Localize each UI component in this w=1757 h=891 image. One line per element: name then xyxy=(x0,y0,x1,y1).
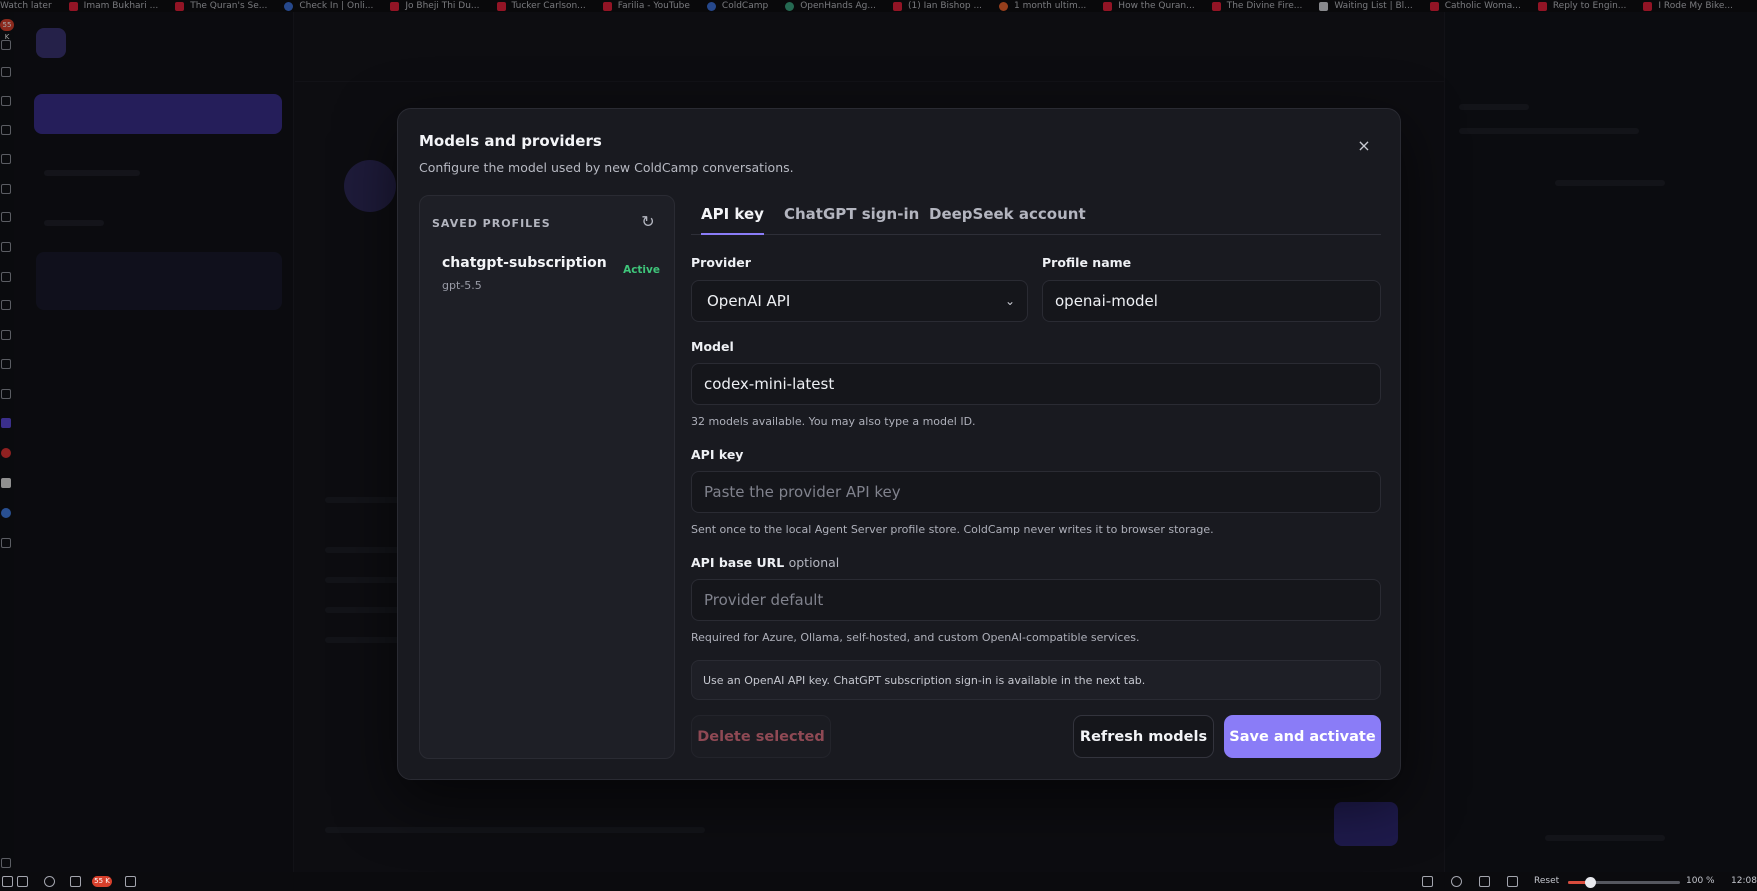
base-url-label: API base URL optional xyxy=(691,555,839,570)
dialog-title: Models and providers xyxy=(419,132,602,150)
active-badge: Active xyxy=(623,264,660,276)
refresh-models-button[interactable]: Refresh models xyxy=(1073,715,1214,758)
page-actions-icon[interactable] xyxy=(1507,876,1518,887)
base-url-hint: Required for Azure, Ollama, self-hosted,… xyxy=(691,631,1140,644)
profile-item[interactable]: chatgpt-subscription gpt-5.5 Active xyxy=(428,251,666,301)
zoom-level: 100 % xyxy=(1686,876,1715,886)
refresh-profiles-icon[interactable]: ↻ xyxy=(640,214,656,230)
provider-tabs: API key ChatGPT sign-in DeepSeek account xyxy=(691,195,1381,235)
mail-icon[interactable] xyxy=(70,876,81,887)
save-and-activate-button[interactable]: Save and activate xyxy=(1224,715,1381,758)
profile-name: chatgpt-subscription xyxy=(442,255,607,271)
optional-tag: optional xyxy=(788,555,840,570)
info-notice: Use an OpenAI API key. ChatGPT subscript… xyxy=(691,660,1381,700)
profile-name-label: Profile name xyxy=(1042,255,1132,270)
taskbar: 55 K Reset 100 % 12:08 xyxy=(0,872,1757,891)
chevron-down-icon: ⌄ xyxy=(1004,294,1015,308)
sidebar-toggle-icon[interactable] xyxy=(2,876,13,887)
panels-icon[interactable] xyxy=(17,876,28,887)
base-url-label-text: API base URL xyxy=(691,555,785,570)
clock: 12:08 xyxy=(1731,876,1757,886)
model-hint: 32 models available. You may also type a… xyxy=(691,415,976,428)
workspace-icon[interactable] xyxy=(44,876,55,887)
calendar-icon[interactable] xyxy=(125,876,136,887)
profile-model: gpt-5.5 xyxy=(442,279,482,292)
models-providers-dialog: Models and providers Configure the model… xyxy=(397,108,1401,780)
tiling-icon[interactable] xyxy=(1422,876,1433,887)
provider-value: OpenAI API xyxy=(707,292,791,310)
api-key-label: API key xyxy=(691,447,744,462)
base-url-input[interactable] xyxy=(691,579,1381,621)
zoom-slider[interactable] xyxy=(1568,877,1680,888)
api-key-input[interactable] xyxy=(691,471,1381,513)
tab-chatgpt-sign-in[interactable]: ChatGPT sign-in xyxy=(784,205,919,233)
profile-name-input[interactable] xyxy=(1042,280,1381,322)
model-input[interactable] xyxy=(691,363,1381,405)
mail-count-badge: 55 K xyxy=(92,876,112,887)
tab-deepseek-account[interactable]: DeepSeek account xyxy=(929,205,1086,233)
model-label: Model xyxy=(691,339,734,354)
zoom-reset-button[interactable]: Reset xyxy=(1534,876,1559,886)
layout-icon[interactable] xyxy=(1479,876,1490,887)
zoom-slider-handle[interactable] xyxy=(1585,877,1597,888)
capture-icon[interactable] xyxy=(1451,876,1462,887)
close-icon[interactable]: × xyxy=(1355,137,1373,155)
saved-profiles-heading: SAVED PROFILES xyxy=(432,217,551,230)
saved-profiles-panel: SAVED PROFILES ↻ chatgpt-subscription gp… xyxy=(419,195,675,759)
dialog-subtitle: Configure the model used by new ColdCamp… xyxy=(419,160,794,175)
api-key-hint: Sent once to the local Agent Server prof… xyxy=(691,523,1214,536)
provider-select[interactable]: OpenAI API ⌄ xyxy=(691,280,1028,322)
tab-api-key[interactable]: API key xyxy=(701,205,764,235)
delete-selected-button[interactable]: Delete selected xyxy=(691,715,831,758)
provider-label: Provider xyxy=(691,255,751,270)
